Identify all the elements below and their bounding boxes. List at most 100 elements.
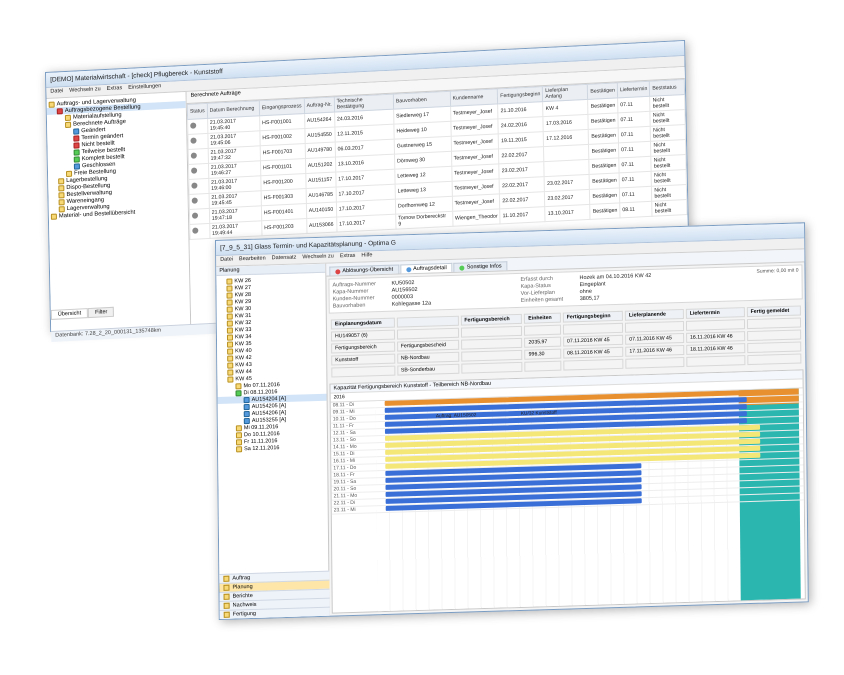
side-tab[interactable]: Fertigung: [220, 607, 330, 619]
confirm-link[interactable]: Bestätigen: [589, 158, 619, 174]
info-label: Einheiten gesamt: [521, 296, 576, 304]
kapazitaetsplanung-window: [7_9_5_31] Glass Termin- und Kapazitätsp…: [215, 222, 809, 620]
status-dot-icon: [191, 183, 197, 189]
status-dot-icon: [192, 228, 198, 234]
tree-label: KW 31: [235, 312, 252, 318]
folder-icon: [227, 299, 233, 305]
side-tab-label: Fertigung: [233, 611, 256, 618]
menu-item[interactable]: Extras: [340, 253, 356, 261]
folder-icon: [244, 418, 250, 424]
folder-icon: [59, 206, 65, 212]
detail-tab[interactable]: Sonstige Infos: [454, 261, 508, 272]
column-header[interactable]: Einplanungsdatum: [331, 318, 395, 330]
side-tab-label: Nachweis: [233, 602, 257, 609]
folder-icon: [236, 390, 242, 396]
column-header[interactable]: Fertig gemeldet: [747, 305, 801, 317]
menu-item[interactable]: Datensatz: [272, 255, 297, 264]
gantt-date: 23.11 - Mi: [332, 506, 377, 514]
folder-icon: [236, 439, 242, 445]
status-dot-icon: [190, 138, 196, 144]
column-header[interactable]: Lieferplanende: [625, 309, 684, 321]
detail-tab[interactable]: Auftragsdetail: [400, 263, 453, 274]
tree-label: KW 34: [235, 333, 252, 339]
confirm-link[interactable]: Bestätigen: [588, 98, 618, 114]
tree-label: Geändert: [81, 127, 105, 134]
tree-label: KW 45: [235, 375, 252, 381]
folder-icon: [244, 397, 250, 403]
folder-icon: [51, 213, 57, 219]
menu-item[interactable]: Wechseln zu: [302, 253, 333, 262]
menu-item[interactable]: Wechseln zu: [69, 86, 101, 96]
info-value: Eingeplant: [580, 281, 606, 288]
column-header[interactable]: Beststatus: [650, 80, 685, 97]
folder-icon: [244, 404, 250, 410]
column-header[interactable]: Einheiten: [524, 313, 561, 324]
folder-icon: [74, 149, 80, 155]
folder-icon: [236, 432, 242, 438]
column-header[interactable]: Liefertermin: [617, 81, 650, 98]
status-dot-icon: [191, 153, 197, 159]
menu-item[interactable]: Datei: [50, 88, 63, 97]
tree-label: AU154206 [A]: [252, 409, 286, 416]
tab-dot-icon: [406, 267, 411, 272]
confirm-link[interactable]: Bestätigen: [589, 143, 619, 159]
tree-label: KW 42: [235, 354, 252, 360]
tree-label: KW 30: [235, 305, 252, 311]
folder-icon: [226, 278, 232, 284]
bottom-tab[interactable]: Filter: [88, 307, 114, 318]
side-tab-label: Auftrag: [232, 575, 250, 582]
menu-item[interactable]: Extras: [107, 85, 123, 94]
tree-label: AU154205 [A]: [252, 402, 286, 409]
folder-icon: [227, 369, 233, 375]
orders-table: StatusDatum BerechnungEingangsprozessAuf…: [187, 79, 688, 240]
info-value: 0000003: [392, 294, 413, 301]
tree-label: Di 08.11.2016: [244, 389, 278, 396]
folder-icon: [226, 285, 232, 291]
folder-icon: [58, 185, 64, 191]
column-header[interactable]: Fertigungsbeginn: [563, 311, 623, 323]
folder-icon: [227, 362, 233, 368]
info-value: Kohlegasse 12a: [392, 301, 432, 308]
folder-icon: [227, 348, 233, 354]
side-tab-label: Planung: [232, 584, 252, 591]
column-header[interactable]: Status: [187, 103, 207, 119]
column-header[interactable]: Auftrag-Nr.: [304, 97, 334, 114]
column-header[interactable]: Fertigungsbereich: [460, 314, 522, 326]
confirm-link[interactable]: Bestätigen: [590, 203, 620, 219]
column-header[interactable]: Bestätigen: [588, 83, 618, 99]
folder-icon: [49, 101, 55, 107]
tab-icon: [223, 576, 229, 582]
info-value: AU156502: [392, 287, 418, 294]
menu-item[interactable]: Einstellungen: [128, 83, 161, 93]
folder-icon: [73, 135, 79, 141]
confirm-link[interactable]: Bestätigen: [590, 188, 620, 204]
folder-icon: [59, 199, 65, 205]
confirm-link[interactable]: Bestätigen: [590, 173, 620, 189]
status-dot-icon: [192, 198, 198, 204]
planning-tree-panel: Planung KW 26KW 27KW 28KW 29KW 30KW 31KW…: [216, 264, 330, 619]
tree-label: KW 44: [235, 368, 252, 374]
menu-item[interactable]: Datei: [220, 256, 233, 264]
folder-icon: [227, 334, 233, 340]
folder-icon: [73, 128, 79, 134]
folder-icon: [227, 306, 233, 312]
menu-item[interactable]: Bearbeiten: [239, 255, 266, 264]
confirm-link[interactable]: Bestätigen: [588, 113, 618, 129]
gantt-chart[interactable]: Auftrag: AU150502 KU/32 Kunststoff: [376, 388, 805, 611]
tree-label: KW 28: [235, 291, 252, 297]
detail-tab[interactable]: Ablösungs-Übersicht: [329, 264, 399, 275]
info-value: 3805,17: [580, 295, 600, 302]
gantt-bar-label: KU/32 Kunststoff: [521, 411, 557, 417]
confirm-link[interactable]: Bestätigen: [589, 128, 619, 144]
column-header[interactable]: Liefertermin: [686, 307, 745, 319]
tree-label: KW 43: [235, 361, 252, 367]
menu-item[interactable]: Hilfe: [361, 252, 372, 260]
folder-icon: [65, 121, 71, 127]
tab-dot-icon: [335, 269, 340, 274]
folder-icon: [57, 108, 63, 114]
bottom-tab[interactable]: Übersicht: [51, 308, 88, 320]
tab-label: Auftragsdetail: [413, 265, 447, 272]
tree-label: Fr 11.11.2016: [244, 438, 277, 445]
column-header[interactable]: [396, 316, 458, 328]
folder-icon: [244, 411, 250, 417]
